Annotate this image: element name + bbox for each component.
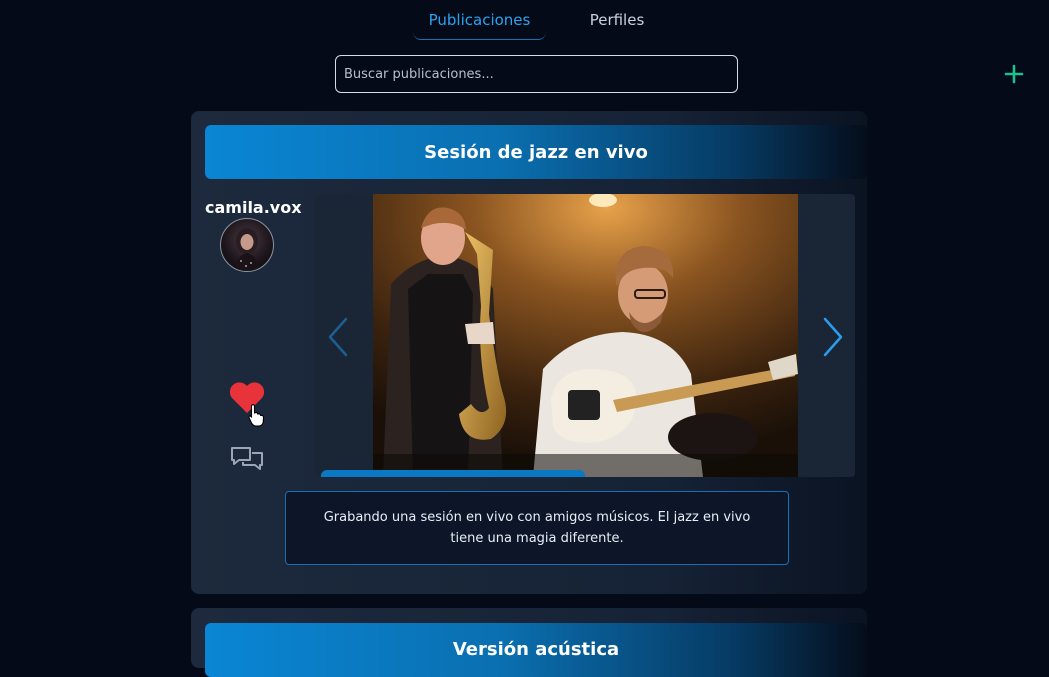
- post-card: Sesión de jazz en vivo camila.vox Graban…: [191, 111, 867, 594]
- post-title: Sesión de jazz en vivo: [205, 125, 867, 179]
- carousel-progress-bar: [321, 470, 585, 477]
- post-caption: Grabando una sesión en vivo con amigos m…: [285, 491, 789, 565]
- avatar[interactable]: [220, 218, 274, 272]
- search-input[interactable]: [335, 55, 738, 93]
- tab-bar: Publicaciones Perfiles: [413, 0, 688, 40]
- post-title: Versión acústica: [205, 623, 867, 677]
- chevron-left-icon[interactable]: [326, 316, 350, 358]
- jazz-photo: [373, 194, 798, 477]
- hand-cursor-icon: [248, 404, 265, 427]
- tab-perfiles[interactable]: Perfiles: [546, 0, 688, 40]
- avatar-portrait: [235, 228, 259, 271]
- post-card: Versión acústica: [191, 608, 867, 677]
- comments-icon[interactable]: [230, 445, 264, 475]
- image-carousel: [315, 194, 855, 477]
- tab-publicaciones[interactable]: Publicaciones: [413, 0, 546, 40]
- plus-icon[interactable]: [1003, 63, 1025, 85]
- chevron-right-icon[interactable]: [821, 316, 845, 358]
- post-image[interactable]: [373, 194, 798, 477]
- post-username[interactable]: camila.vox: [205, 198, 302, 217]
